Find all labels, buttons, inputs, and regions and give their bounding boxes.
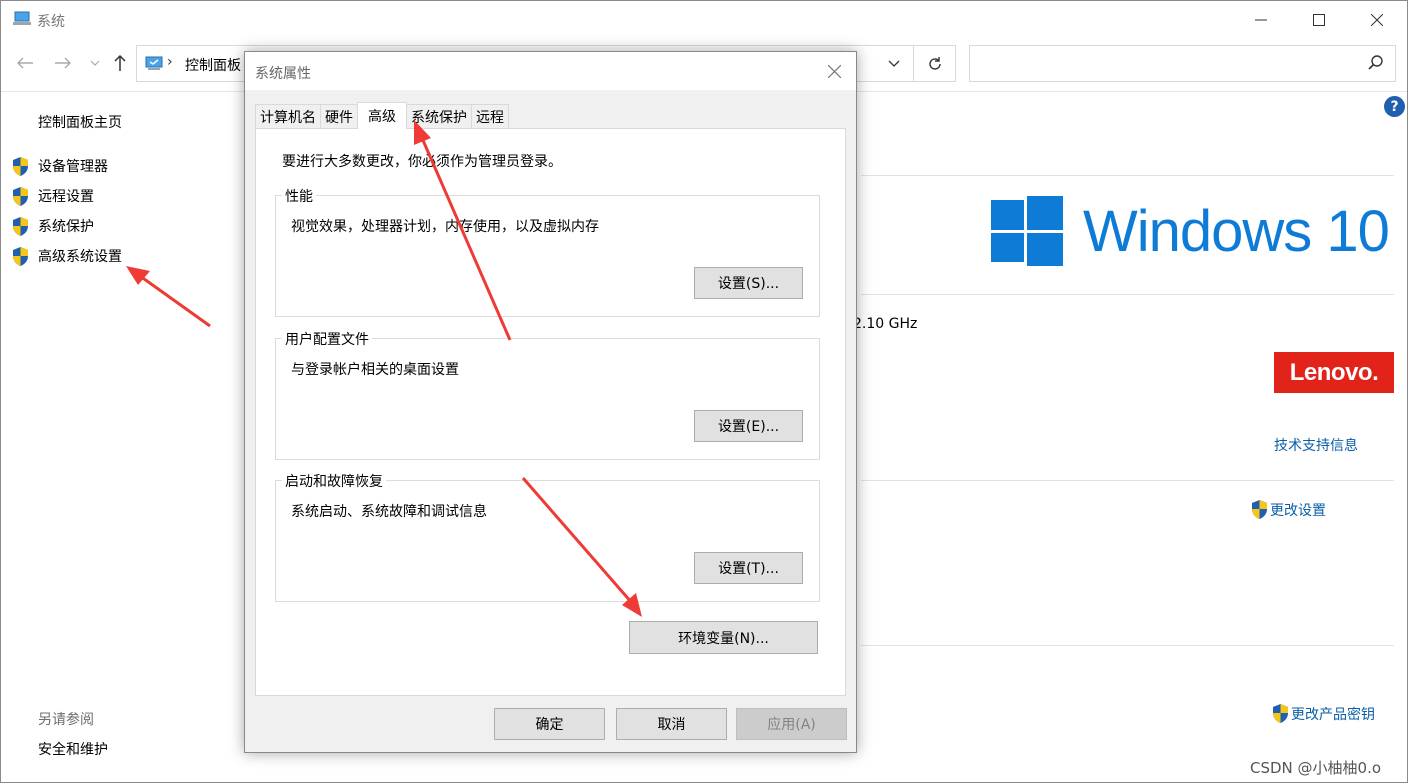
dialog-title-bar: 系统属性 — [245, 52, 856, 90]
control-panel-icon — [145, 56, 163, 70]
tab-advanced[interactable]: 高级 — [357, 102, 407, 129]
chevron-right-icon: › — [167, 54, 173, 70]
watermark: CSDN @小柚柚0.o — [1250, 759, 1382, 777]
group-title: 启动和故障恢复 — [282, 471, 386, 491]
close-icon — [1371, 14, 1383, 26]
dialog-title: 系统属性 — [255, 66, 311, 82]
user-profiles-settings-button[interactable]: 设置(E)... — [694, 410, 803, 442]
tab-computer-name[interactable]: 计算机名 — [255, 104, 321, 129]
sidebar-item-label: 系统保护 — [38, 219, 94, 235]
sidebar-item-device-manager[interactable]: 设备管理器 — [11, 154, 108, 178]
minimize-button[interactable] — [1238, 1, 1284, 39]
performance-group: 性能 视觉效果，处理器计划，内存使用，以及虚拟内存 设置(S)... — [275, 186, 820, 317]
search-input[interactable] — [969, 45, 1396, 82]
change-settings-link[interactable]: 更改设置 — [1250, 499, 1326, 520]
refresh-button[interactable] — [913, 46, 955, 81]
tech-support-link[interactable]: 技术支持信息 — [1274, 435, 1358, 455]
shield-icon — [13, 246, 28, 266]
window-title: 系统 — [37, 14, 65, 30]
control-panel-home-link[interactable]: 控制面板主页 — [38, 112, 122, 132]
group-title: 性能 — [282, 186, 316, 206]
sidebar-item-label: 远程设置 — [38, 189, 94, 205]
oem-logo-text: Lenovo. — [1289, 358, 1379, 386]
chevron-down-icon — [888, 60, 900, 67]
maximize-button[interactable] — [1296, 1, 1342, 39]
recent-locations-button[interactable] — [83, 51, 107, 75]
group-description: 与登录帐户相关的桌面设置 — [291, 362, 459, 378]
chevron-down-icon — [90, 60, 100, 66]
back-button[interactable] — [13, 51, 37, 75]
sidebar-item-remote-settings[interactable]: 远程设置 — [11, 184, 94, 208]
forward-arrow-icon — [55, 57, 71, 69]
oem-logo: Lenovo. — [1274, 352, 1394, 393]
sidebar-item-system-protection[interactable]: 系统保护 — [11, 214, 94, 238]
shield-icon — [1252, 500, 1267, 519]
address-dropdown-button[interactable] — [879, 52, 909, 76]
shield-icon — [13, 216, 28, 236]
shield-icon — [13, 156, 28, 176]
computer-icon — [13, 11, 31, 25]
dialog-tabs: 计算机名 硬件 高级 系统保护 远程 — [255, 102, 509, 129]
group-description: 视觉效果，处理器计划，内存使用，以及虚拟内存 — [291, 219, 599, 235]
tab-hardware[interactable]: 硬件 — [320, 104, 358, 129]
windows-flag-icon — [991, 196, 1063, 266]
close-icon — [827, 64, 841, 78]
cancel-button[interactable]: 取消 — [616, 708, 727, 740]
refresh-icon — [928, 56, 941, 70]
shield-icon — [13, 186, 28, 206]
tab-remote[interactable]: 远程 — [471, 104, 509, 129]
windows-logo-text: Windows 10 — [1083, 198, 1390, 264]
sidebar-item-label: 高级系统设置 — [38, 249, 122, 265]
processor-speed: 2.10 GHz — [853, 316, 918, 332]
change-product-key-label: 更改产品密钥 — [1291, 706, 1375, 723]
advanced-tab-panel: 要进行大多数更改，你必须作为管理员登录。 性能 视觉效果，处理器计划，内存使用，… — [255, 128, 846, 696]
group-description: 系统启动、系统故障和调试信息 — [291, 504, 487, 520]
close-button[interactable] — [1354, 1, 1400, 39]
up-button[interactable] — [108, 51, 132, 75]
section-divider — [861, 175, 1394, 176]
help-button[interactable]: ? — [1384, 96, 1405, 117]
windows-10-logo: Windows 10 — [991, 196, 1390, 266]
admin-note: 要进行大多数更改，你必须作为管理员登录。 — [282, 154, 562, 170]
startup-recovery-settings-button[interactable]: 设置(T)... — [694, 552, 803, 584]
section-divider — [861, 645, 1394, 646]
security-maintenance-link[interactable]: 安全和维护 — [38, 739, 108, 759]
title-bar: 系统 — [1, 1, 1407, 39]
environment-variables-button[interactable]: 环境变量(N)... — [629, 621, 818, 654]
help-icon: ? — [1390, 98, 1399, 115]
group-title: 用户配置文件 — [282, 329, 372, 349]
startup-recovery-group: 启动和故障恢复 系统启动、系统故障和调试信息 设置(T)... — [275, 471, 820, 602]
up-arrow-icon — [114, 54, 126, 71]
section-divider — [861, 294, 1394, 295]
sidebar-item-label: 设备管理器 — [38, 159, 108, 175]
system-properties-dialog: 系统属性 计算机名 硬件 高级 系统保护 远程 要进行大多数更改，你必须作为管理… — [244, 51, 857, 753]
tab-system-protection[interactable]: 系统保护 — [406, 104, 472, 129]
change-product-key-link[interactable]: 更改产品密钥 — [1271, 703, 1375, 724]
see-also-heading: 另请参阅 — [38, 712, 94, 728]
minimize-icon — [1255, 19, 1267, 21]
apply-button: 应用(A) — [736, 708, 847, 740]
search-icon — [1368, 55, 1383, 70]
change-settings-label: 更改设置 — [1270, 502, 1326, 519]
ok-button[interactable]: 确定 — [494, 708, 605, 740]
performance-settings-button[interactable]: 设置(S)... — [694, 267, 803, 299]
breadcrumb-control-panel[interactable]: 控制面板 — [185, 55, 241, 75]
section-divider — [861, 480, 1394, 481]
user-profiles-group: 用户配置文件 与登录帐户相关的桌面设置 设置(E)... — [275, 329, 820, 460]
forward-button[interactable] — [51, 51, 75, 75]
back-arrow-icon — [17, 57, 33, 69]
shield-icon — [1273, 704, 1288, 723]
maximize-icon — [1313, 14, 1325, 26]
dialog-close-button[interactable] — [822, 59, 846, 83]
sidebar-item-advanced-system-settings[interactable]: 高级系统设置 — [11, 244, 122, 268]
